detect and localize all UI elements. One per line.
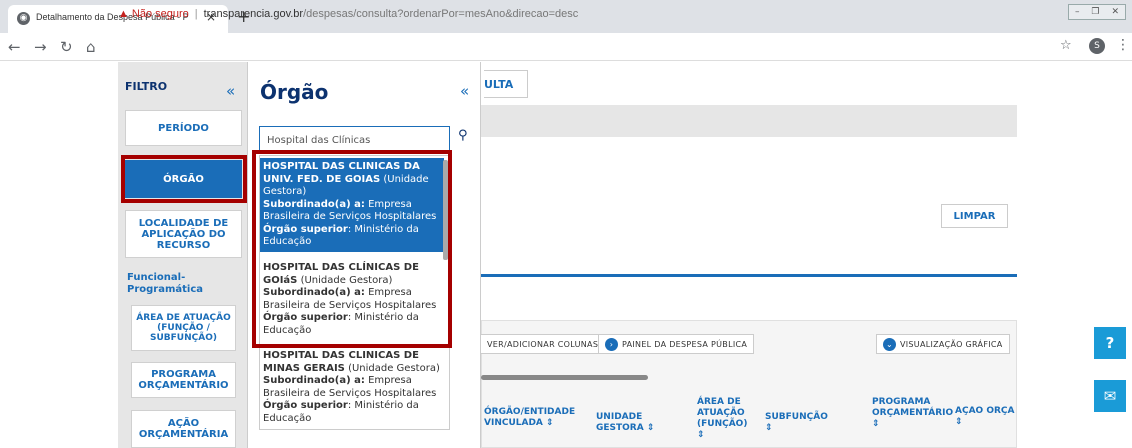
- url-host: transparencia.gov.br: [203, 8, 304, 20]
- chevron-right-icon: ›: [605, 337, 618, 351]
- profile-avatar[interactable]: S: [1089, 38, 1105, 54]
- highlight-box-orgao: [121, 155, 247, 203]
- orgao-collapse-icon[interactable]: «: [460, 82, 469, 100]
- search-icon[interactable]: ⚲: [458, 128, 468, 143]
- window-controls[interactable]: – ❐ ✕: [1068, 4, 1126, 20]
- help-icon[interactable]: ?: [1094, 327, 1126, 359]
- filter-localidade-button[interactable]: LOCALIDADE DE APLICAÇÃO DO RECURSO: [125, 210, 242, 258]
- funcional-programatica-heading: Funcional-Programática: [127, 272, 204, 295]
- filter-area-atuacao-button[interactable]: ÁREA DE ATUAÇÃO (FUNÇÃO / SUBFUNÇÃO): [131, 305, 236, 351]
- orgao-search-input[interactable]: Hospital das Clínicas: [259, 126, 450, 153]
- column-header-area-atuacao[interactable]: ÁREA DE ATUAÇÃO (FUNÇÃO) ⇕: [697, 397, 752, 441]
- mail-icon[interactable]: ✉: [1094, 380, 1126, 412]
- reload-icon[interactable]: ↻: [60, 38, 73, 56]
- chevron-down-icon: ⌄: [883, 337, 896, 351]
- browser-nav-bar: ← → ↻ ⌂: [0, 33, 1132, 61]
- minimize-icon[interactable]: –: [1075, 7, 1080, 17]
- column-header-orgao[interactable]: ÓRGÃO/ENTIDADE VINCULADA ⇕: [484, 407, 575, 429]
- consulta-button[interactable]: ULTA: [484, 70, 528, 98]
- list-item[interactable]: HOSPITAL DAS CLINICAS DE MINAS GERAIS (U…: [260, 347, 444, 428]
- address-bar[interactable]: ▲ Não seguro | transparencia.gov.br/desp…: [118, 4, 1058, 24]
- filter-collapse-icon[interactable]: «: [226, 82, 235, 100]
- not-secure-label: Não seguro: [131, 8, 189, 20]
- orgao-panel-title: Órgão: [260, 80, 329, 104]
- visualizacao-grafica-button[interactable]: ⌄ VISUALIZAÇÃO GRÁFICA: [876, 334, 1010, 354]
- highlight-box-results: [252, 150, 452, 348]
- globe-icon: ◉: [17, 12, 30, 25]
- filter-title: FILTRO: [125, 80, 168, 93]
- add-columns-button[interactable]: VER/ADICIONAR COLUNAS: [481, 334, 606, 354]
- limpar-button[interactable]: LIMPAR: [941, 204, 1008, 228]
- filter-programa-button[interactable]: PROGRAMA ORÇAMENTÁRIO: [131, 362, 236, 398]
- maximize-icon[interactable]: ❐: [1091, 7, 1099, 17]
- close-window-icon[interactable]: ✕: [1111, 7, 1119, 17]
- filter-summary-bar: [481, 105, 1017, 137]
- url-path: /despesas/consulta?ordenarPor=mesAno&dir…: [303, 8, 579, 20]
- table-horizontal-scrollbar[interactable]: [481, 375, 648, 380]
- forward-arrow-icon[interactable]: →: [34, 38, 47, 56]
- column-header-programa[interactable]: PROGRAMA ORÇAMENTÁRIO ⇕: [872, 397, 953, 430]
- warning-icon: ▲: [118, 8, 129, 20]
- divider: [481, 274, 1017, 277]
- column-header-subfuncao[interactable]: SUBFUNÇÃO ⇕: [765, 412, 835, 434]
- browser-menu-icon[interactable]: ⋮: [1116, 37, 1130, 53]
- home-icon[interactable]: ⌂: [86, 38, 96, 56]
- painel-despesa-button[interactable]: › PAINEL DA DESPESA PÚBLICA: [598, 334, 755, 354]
- column-header-acao[interactable]: AÇÃO ORÇA ⇕: [955, 406, 1015, 428]
- filter-acao-button[interactable]: AÇÃO ORÇAMENTÁRIA: [131, 410, 236, 448]
- back-arrow-icon[interactable]: ←: [8, 38, 21, 56]
- filter-periodo-button[interactable]: PERÍODO: [125, 110, 242, 146]
- bookmark-star-icon[interactable]: ☆: [1060, 38, 1072, 53]
- column-header-unidade-gestora[interactable]: UNIDADE GESTORA ⇕: [596, 412, 686, 434]
